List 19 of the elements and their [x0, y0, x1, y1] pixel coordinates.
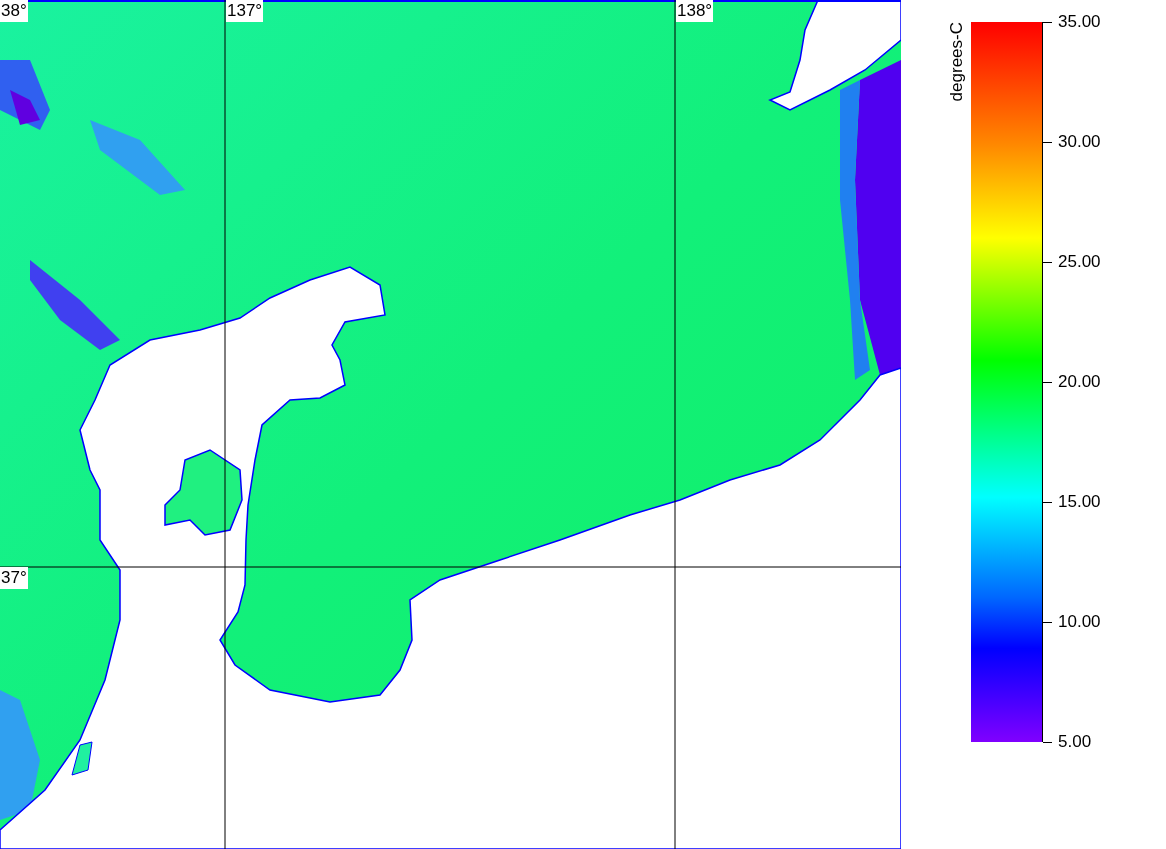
grid-label: 37° — [0, 567, 28, 589]
grid-label: 138° — [676, 0, 714, 22]
tick-label: 15.00 — [1058, 492, 1101, 512]
tick-mark — [1043, 741, 1052, 743]
tick-label: 5.00 — [1058, 732, 1092, 752]
tick-label: 25.00 — [1058, 252, 1101, 272]
tick-label: 30.00 — [1058, 132, 1101, 152]
grid-label: 38° — [0, 0, 28, 22]
tick-mark — [1043, 141, 1052, 143]
tick-mark — [1043, 261, 1052, 263]
tick-label: 35.00 — [1058, 12, 1101, 32]
colorbar-title: degrees-C — [947, 22, 967, 104]
tick-mark — [1043, 381, 1052, 383]
tick-mark — [1043, 21, 1052, 23]
grid-label: 137° — [226, 0, 264, 22]
tick-label: 10.00 — [1058, 612, 1101, 632]
tick-mark — [1043, 501, 1052, 503]
tick-label: 20.00 — [1058, 372, 1101, 392]
tick-mark — [1043, 621, 1052, 623]
